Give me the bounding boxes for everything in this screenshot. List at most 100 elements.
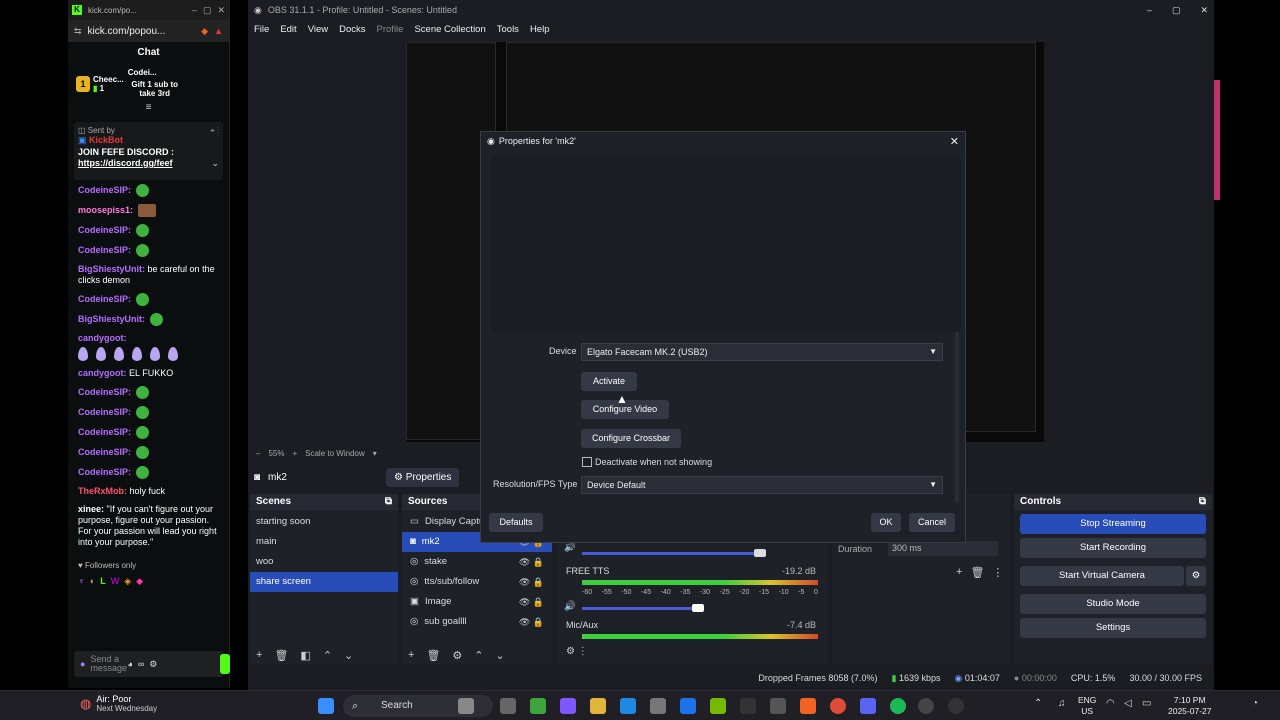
discord-icon[interactable] — [860, 698, 876, 714]
move-down-icon[interactable]: ⌄ — [496, 649, 505, 662]
move-up-icon[interactable]: ⌃ — [323, 649, 332, 662]
start-icon[interactable] — [318, 698, 334, 714]
menu-item-profile[interactable]: Profile — [377, 24, 404, 35]
settings-button[interactable]: Settings — [1020, 618, 1206, 638]
chat-username[interactable]: CodeineSIP: — [78, 467, 131, 477]
widget-icon[interactable] — [458, 698, 474, 714]
emote-icon[interactable]: ◈ — [124, 576, 131, 587]
dock-menu-icon[interactable]: ⧉ — [385, 496, 392, 508]
brave-shield-icon[interactable]: ◆ — [201, 26, 208, 37]
extension-icon[interactable]: ▲ — [214, 26, 223, 36]
scrollbar[interactable] — [955, 332, 959, 502]
deactivate-checkbox[interactable] — [582, 457, 592, 467]
close-icon[interactable]: ✕ — [950, 135, 959, 148]
gear-icon[interactable]: ⚙ — [452, 649, 462, 662]
volume-handle[interactable] — [754, 549, 766, 557]
app-icon[interactable] — [650, 698, 666, 714]
send-button[interactable] — [220, 654, 230, 674]
source-item[interactable]: ◎ stake 👁 🔒 — [402, 552, 552, 572]
menu-item-view[interactable]: View — [308, 24, 328, 35]
speaker-icon[interactable]: 🔊 — [564, 601, 576, 612]
add-icon[interactable]: + — [408, 649, 414, 662]
chevron-up-icon[interactable]: ⌃ — [1034, 698, 1050, 714]
clock[interactable]: 7:10 PM 2025-07-27 — [1168, 695, 1211, 717]
filters-icon[interactable]: ◧ — [300, 649, 310, 662]
emote-icon[interactable]: L — [100, 576, 106, 587]
pinned-link[interactable]: https://discord.gg/feef — [78, 158, 173, 168]
emote-icon[interactable]: ♆ — [78, 576, 85, 587]
stop-streaming-button[interactable]: Stop Streaming — [1020, 514, 1206, 534]
chat-username[interactable]: CodeineSIP: — [78, 294, 131, 304]
gifter-1[interactable]: 1 Cheec... ▮ 1 — [76, 68, 124, 100]
emote-picker-icon[interactable]: ◕ — [127, 659, 132, 669]
chat-username[interactable]: CodeineSIP: — [78, 225, 131, 235]
app-icon[interactable] — [948, 698, 964, 714]
configure-crossbar-button[interactable]: Configure Crossbar — [581, 429, 681, 448]
store-icon[interactable] — [770, 698, 786, 714]
start-virtual-camera-button[interactable]: Start Virtual Camera — [1020, 566, 1184, 586]
tray-icon[interactable]: ♫ — [1058, 698, 1074, 714]
menu-item-scene-collection[interactable]: Scene Collection — [414, 24, 485, 35]
copilot-icon[interactable] — [560, 698, 576, 714]
maximize-icon[interactable]: ▢ — [1172, 5, 1181, 16]
zoom-out-icon[interactable]: – — [256, 449, 260, 458]
dock-menu-icon[interactable]: ⧉ — [1199, 496, 1206, 508]
chat-username[interactable]: CodeineSIP: — [78, 387, 131, 397]
cancel-button[interactable]: Cancel — [909, 513, 955, 532]
visibility-lock-icon[interactable]: 👁 🔒 — [519, 552, 544, 572]
menu-item-docks[interactable]: Docks — [339, 24, 365, 35]
xbox-icon[interactable] — [530, 698, 546, 714]
tune-icon[interactable]: ⇆ — [74, 26, 82, 37]
menu-icon[interactable]: ⋮ — [992, 566, 1003, 579]
chat-input[interactable]: ● Send a message ◕ ∞ ⚙ — [74, 651, 224, 677]
spotify-icon[interactable] — [890, 698, 906, 714]
delete-icon[interactable]: 🗑 — [274, 649, 288, 662]
folder-icon[interactable] — [590, 698, 606, 714]
move-down-icon[interactable]: ⌄ — [344, 649, 353, 662]
mixer-menu-icon[interactable]: ⚙ ⋮ — [566, 646, 588, 657]
minimize-icon[interactable]: – — [192, 5, 197, 15]
emote-icon[interactable]: ◆ — [136, 576, 143, 587]
menu-item-help[interactable]: Help — [530, 24, 550, 35]
scene-item[interactable]: woo — [250, 552, 398, 572]
scale-mode[interactable]: Scale to Window — [305, 449, 365, 458]
gifter-2[interactable]: Codei... Gift 1 sub to take 3rd — [128, 68, 182, 100]
resolution-fps-select[interactable]: Device Default ▼ — [581, 476, 943, 494]
menu-item-file[interactable]: File — [254, 24, 269, 35]
wifi-icon[interactable]: ◠ — [1106, 698, 1122, 714]
url-text[interactable]: kick.com/popou... — [88, 26, 196, 37]
zoom-level[interactable]: 55% — [268, 449, 284, 458]
chat-username[interactable]: TheRxMob: — [78, 486, 127, 496]
mic-icon[interactable]: ● — [80, 659, 85, 669]
task-view-icon[interactable] — [500, 698, 516, 714]
move-up-icon[interactable]: ⌃ — [474, 649, 483, 662]
maximize-icon[interactable]: ▢ — [203, 5, 212, 16]
zoom-in-icon[interactable]: + — [292, 449, 297, 458]
visibility-lock-icon[interactable]: 👁 🔒 — [519, 572, 544, 592]
chrome-icon[interactable] — [830, 698, 846, 714]
chat-username[interactable]: CodeineSIP: — [78, 407, 131, 417]
brave-icon[interactable] — [800, 698, 816, 714]
visibility-lock-icon[interactable]: 👁 🔒 — [519, 592, 544, 612]
chat-username[interactable]: CodeineSIP: — [78, 427, 131, 437]
battery-icon[interactable]: ▭ — [1142, 698, 1158, 714]
chevron-down-icon[interactable]: ▾ — [373, 449, 377, 458]
collapse-icon[interactable]: ≡ — [68, 103, 229, 114]
chevron-down-icon[interactable]: ⌄ — [211, 158, 219, 169]
capcut-icon[interactable] — [740, 698, 756, 714]
scene-item[interactable]: starting soon — [250, 512, 398, 532]
chat-username[interactable]: CodeineSIP: — [78, 447, 131, 457]
settings-icon[interactable]: ⚙ — [149, 659, 157, 670]
properties-button[interactable]: ⚙ Properties — [386, 467, 460, 487]
source-item[interactable]: ◎ sub goallll 👁 🔒 — [402, 612, 552, 632]
menu-item-tools[interactable]: Tools — [497, 24, 519, 35]
weather-widget[interactable]: ◍ Air: Poor Next Wednesday — [80, 694, 157, 713]
chat-username[interactable]: moosepiss1: — [78, 205, 133, 215]
infinity-icon[interactable]: ∞ — [138, 659, 144, 669]
scene-item[interactable]: share screen — [250, 572, 398, 592]
pin-toggle-icon[interactable]: ⌖ ⋮ — [210, 126, 219, 136]
address-bar[interactable]: ⇆ kick.com/popou... ◆ ▲ — [68, 20, 229, 42]
device-select[interactable]: Elgato Facecam MK.2 (USB2) ▼ — [581, 343, 943, 361]
virtual-camera-settings-icon[interactable]: ⚙ — [1186, 566, 1206, 586]
close-icon[interactable]: ✕ — [1200, 5, 1208, 16]
